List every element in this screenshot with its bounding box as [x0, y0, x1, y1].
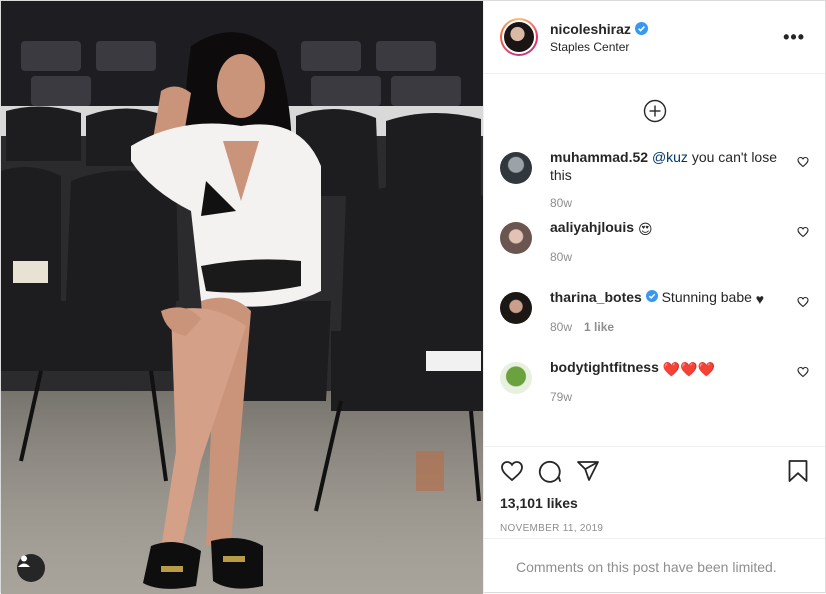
author-avatar[interactable] [500, 18, 538, 56]
comment-item: muhammad.52 @kuz you can't lose this 80w [500, 148, 809, 218]
likes-count[interactable]: 13,101 likes [500, 495, 809, 511]
user-tag-icon [18, 555, 30, 567]
post-photo[interactable] [1, 1, 483, 594]
author-username[interactable]: nicoleshiraz [550, 21, 631, 37]
commenter-avatar[interactable] [500, 292, 532, 324]
heart-icon[interactable] [500, 459, 524, 483]
load-more-plus-icon [643, 99, 666, 123]
commenter-avatar[interactable] [500, 362, 532, 394]
comment-text: Stunning babe [661, 289, 752, 305]
photo-illustration [1, 1, 483, 594]
post-location[interactable]: Staples Center [550, 40, 779, 54]
comment-item: bodytightfitness ❤️❤️❤️ 79w [500, 358, 809, 428]
commenter-username[interactable]: aaliyahjlouis [550, 219, 634, 235]
user-tag-button[interactable] [17, 554, 45, 582]
post-side-panel: nicoleshiraz Staples Center ••• muhammad… [483, 1, 825, 594]
comment-icon[interactable] [538, 459, 562, 483]
commenter-avatar[interactable] [500, 222, 532, 254]
comment-emoji: 😍 [637, 221, 653, 237]
load-more-comments[interactable] [484, 74, 825, 148]
comment-like-heart-icon[interactable] [797, 366, 809, 378]
verified-badge-icon [645, 290, 658, 302]
comment-like-heart-icon[interactable] [797, 226, 809, 238]
post-actions-section: 13,101 likes NOVEMBER 11, 2019 [484, 446, 825, 538]
comment-time[interactable]: 80w [550, 318, 572, 336]
comment-emoji: ♥ [755, 291, 765, 307]
comments-list: muhammad.52 @kuz you can't lose this 80w… [484, 148, 825, 446]
commenter-username[interactable]: muhammad.52 [550, 149, 648, 165]
comment-time[interactable]: 79w [550, 388, 572, 406]
comment-time[interactable]: 80w [550, 194, 572, 212]
comment-mention[interactable]: @kuz [652, 149, 688, 165]
comment-item: tharina_botes Stunning babe ♥ 80w 1 like [500, 288, 809, 358]
bookmark-icon[interactable] [787, 459, 809, 483]
post-date[interactable]: NOVEMBER 11, 2019 [500, 523, 809, 534]
post-container: nicoleshiraz Staples Center ••• muhammad… [0, 0, 826, 594]
comment-likes[interactable]: 1 like [584, 318, 614, 336]
commenter-username[interactable]: bodytightfitness [550, 359, 659, 375]
more-options-icon[interactable]: ••• [779, 23, 809, 52]
comment-emoji: ❤️❤️❤️ [662, 361, 716, 377]
comment-like-heart-icon[interactable] [797, 296, 809, 308]
comment-item: aaliyahjlouis 😍 80w [500, 218, 809, 288]
post-header: nicoleshiraz Staples Center ••• [484, 1, 825, 74]
share-icon[interactable] [576, 459, 600, 483]
verified-badge-icon [634, 22, 648, 35]
comment-like-heart-icon[interactable] [797, 156, 809, 168]
commenter-avatar[interactable] [500, 152, 532, 184]
comments-limited-notice: Comments on this post have been limited. [484, 538, 825, 594]
action-bar [500, 457, 809, 485]
comment-time[interactable]: 80w [550, 248, 572, 266]
commenter-username[interactable]: tharina_botes [550, 289, 642, 305]
